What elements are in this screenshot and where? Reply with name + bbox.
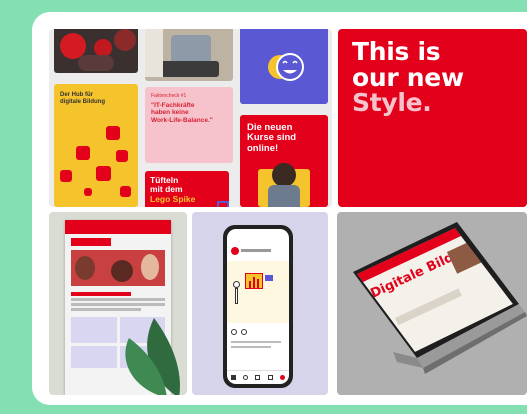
post-lego-spike: Tüfteln mit dem Lego Spike <box>145 171 229 207</box>
phone-mockup-tile <box>192 212 328 395</box>
social-posts-collage: Der Hub für digitale Bildung Faktencheck… <box>49 29 332 207</box>
red-block-shape <box>84 188 92 196</box>
post-faktencheck: Faktencheck #1 "IT-Fachkräfte haben kein… <box>145 87 233 163</box>
red-block-shape <box>60 170 72 182</box>
comment-icon[interactable] <box>241 329 247 335</box>
kurse-text: Die neuen Kurse sind online! <box>247 122 297 154</box>
headline-line-3: Style. <box>352 88 432 117</box>
red-block-shape <box>76 146 90 160</box>
headline-tile: This is our new Style. <box>338 29 527 207</box>
lego-title: Tüfteln mit dem Lego Spike <box>150 175 196 204</box>
post-image <box>227 261 289 323</box>
photo-boy-with-tablet <box>258 163 310 207</box>
post-neue-kurse: Die neuen Kurse sind online! <box>240 115 328 207</box>
phone-screen <box>227 229 289 384</box>
home-icon[interactable] <box>230 375 236 380</box>
shop-icon[interactable] <box>267 375 273 380</box>
reels-icon[interactable] <box>255 375 261 380</box>
photo-laptop-person <box>145 29 233 81</box>
post-emoji <box>240 29 328 104</box>
laptop-mockup: Digitale Bildung für alle. <box>353 222 527 374</box>
post-hub-digitale-bildung: Der Hub für digitale Bildung <box>54 84 138 207</box>
phone-mockup <box>223 225 293 388</box>
photo-kids-building <box>54 29 138 73</box>
lego-block-shape <box>217 201 229 207</box>
headline-line-1: This is <box>352 37 441 66</box>
like-icon[interactable] <box>231 329 237 335</box>
profile-icon[interactable] <box>280 375 286 380</box>
profile-avatar <box>231 247 239 255</box>
red-block-shape <box>116 150 128 162</box>
laptop-mockup-tile: Digitale Bildung für alle. <box>337 212 527 395</box>
search-icon[interactable] <box>243 375 249 380</box>
quote-body: "IT-Fachkräfte haben keine Work-Life-Bal… <box>151 102 213 124</box>
brochure-mockup <box>49 212 187 395</box>
quote-heading: Faktencheck #1 <box>151 93 187 99</box>
hub-text: Der Hub für digitale Bildung <box>60 92 105 106</box>
headline-line-2: our new <box>352 62 464 92</box>
red-block-shape <box>96 166 111 181</box>
smiling-face-icon <box>268 53 304 81</box>
red-block-shape <box>106 126 120 140</box>
phone-nav-bar <box>227 370 289 384</box>
plant-leaf-shape <box>125 318 180 395</box>
red-block-shape <box>120 186 131 197</box>
